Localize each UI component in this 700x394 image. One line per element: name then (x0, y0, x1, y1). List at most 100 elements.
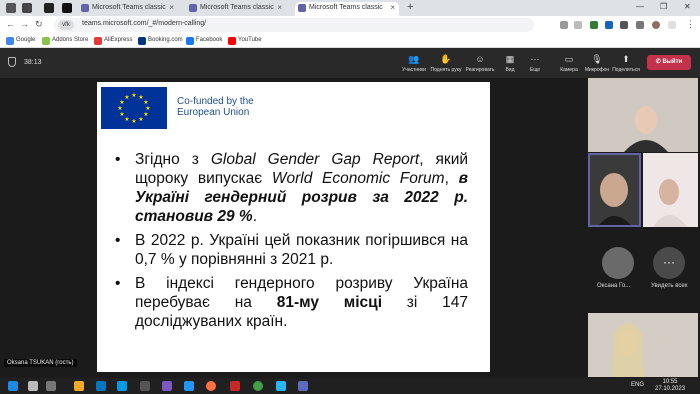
share-button[interactable]: ⬆ Поделиться (609, 54, 643, 73)
menu-kebab-icon[interactable]: ⋮ (686, 19, 695, 30)
chrome-icon[interactable] (253, 381, 263, 391)
extensions-puzzle-icon[interactable] (620, 21, 628, 29)
reload-icon[interactable]: ↻ (35, 19, 43, 30)
bookmark-google[interactable]: Google (6, 37, 35, 45)
extension-icon[interactable] (590, 21, 598, 29)
share-icon: ⬆ (622, 54, 630, 64)
pinned-tab-icon[interactable] (22, 3, 32, 13)
bookmark-youtube[interactable]: YouTube (228, 37, 262, 45)
browser-tab-active[interactable]: Microsoft Teams classic × (295, 2, 399, 16)
people-icon: 👥 (408, 54, 420, 64)
shield-icon (8, 57, 16, 67)
address-bar[interactable]: vfk teams.microsoft.com/_#/modern-callin… (54, 18, 534, 32)
share-page-icon[interactable] (560, 21, 568, 29)
bullet-text-run: 81-му місці (276, 294, 383, 311)
edge-icon[interactable] (96, 381, 106, 391)
more-button[interactable]: ··· Еще (518, 54, 552, 73)
raise-hand-button[interactable]: ✋ Поднять руку (429, 54, 463, 73)
close-tab-icon[interactable]: × (390, 2, 395, 14)
bullet-text-run: В 2022 р. Україні цей показник погіршивс… (135, 232, 468, 268)
slide-bullet: Згідно з Global Gender Gap Report, який … (111, 150, 468, 226)
telegram-icon[interactable] (276, 381, 286, 391)
meeting-toolbar: 38:13 👥 Участники ✋ Поднять руку ☺ Реагиров… (0, 48, 700, 78)
participant-video-tile[interactable] (588, 78, 698, 152)
pdf-icon[interactable] (230, 381, 240, 391)
participant-video-tile-active[interactable] (588, 153, 641, 227)
close-tab-icon[interactable]: × (169, 2, 174, 14)
forward-icon[interactable]: → (20, 19, 29, 29)
svg-text:★: ★ (143, 111, 148, 118)
sidebar-icon[interactable] (636, 21, 644, 29)
react-button[interactable]: ☺ Реагировать (463, 54, 497, 73)
browser-toolbar: ← → ↻ vfk teams.microsoft.com/_#/modern-… (0, 16, 700, 34)
aliexpress-icon (94, 37, 102, 45)
pinned-tab-icon[interactable] (62, 3, 72, 13)
bookmark-addons[interactable]: Addons Store (42, 37, 88, 45)
addons-icon (42, 37, 50, 45)
pinned-tab-icon[interactable] (44, 3, 54, 13)
svg-text:★: ★ (117, 105, 122, 112)
bookmark-aliexpress[interactable]: AliExpress (94, 37, 132, 45)
teams-icon[interactable] (298, 381, 308, 391)
participant-video (590, 155, 639, 225)
participant-avatar[interactable] (602, 247, 634, 279)
browser-tab[interactable]: Microsoft Teams classic × (186, 2, 286, 16)
participants-button[interactable]: 👥 Участники (397, 54, 431, 73)
file-explorer-icon[interactable] (74, 381, 84, 391)
teams-icon (81, 4, 89, 12)
svg-text:★: ★ (124, 94, 129, 101)
back-icon[interactable]: ← (6, 19, 15, 29)
svg-text:★: ★ (119, 111, 124, 118)
my-name-label: Oksana TSUKAN (гость) (4, 359, 77, 367)
bookmark-facebook[interactable]: Facebook (186, 37, 222, 45)
maximize-icon[interactable]: ❐ (660, 2, 667, 11)
language-indicator[interactable]: ENG (631, 382, 644, 388)
participant-name: Оксана Го... (597, 283, 631, 289)
svg-text:★: ★ (124, 116, 129, 123)
bullet-text-run: World Economic Forum (271, 170, 445, 187)
extension-icon[interactable] (605, 21, 613, 29)
close-tab-icon[interactable]: × (277, 2, 282, 14)
start-icon[interactable] (8, 381, 18, 391)
svg-text:★: ★ (138, 116, 143, 123)
bookmark-booking[interactable]: Booking.com (138, 37, 183, 45)
google-icon (6, 37, 14, 45)
more-icon: ··· (530, 54, 540, 64)
facebook-icon (186, 37, 194, 45)
svg-text:★: ★ (131, 118, 136, 125)
participant-video (588, 313, 698, 377)
viber-icon[interactable] (162, 381, 172, 391)
svg-text:★: ★ (131, 92, 136, 99)
browser-tab[interactable]: Microsoft Teams classic × (78, 2, 178, 16)
eu-flag-logo: ★ ★ ★ ★ ★ ★ ★ ★ ★ ★ ★ ★ (101, 87, 167, 129)
profile-badge[interactable]: vfk (58, 20, 74, 30)
shared-slide: ★ ★ ★ ★ ★ ★ ★ ★ ★ ★ ★ ★ Co-funded by the… (97, 82, 490, 372)
bullet-text-run: . (252, 208, 257, 225)
app-icon[interactable] (140, 381, 150, 391)
bookmarks-menu-icon[interactable] (668, 21, 676, 29)
bookmarks-bar: Google Addons Store AliExpress Booking.c… (0, 34, 700, 48)
bullet-text-run: Global Gender Gap Report (210, 151, 420, 168)
tab-search-icon[interactable] (6, 3, 16, 13)
app-icon[interactable] (184, 381, 194, 391)
cofunded-text: Co-funded by the European Union (177, 96, 254, 118)
minimize-icon[interactable]: — (636, 2, 644, 11)
store-icon[interactable] (117, 381, 127, 391)
profile-avatar-icon[interactable] (652, 21, 660, 29)
close-window-icon[interactable]: ✕ (684, 2, 691, 11)
leave-button[interactable]: ✆ Выйти (647, 55, 691, 70)
new-tab-icon[interactable]: + (407, 1, 413, 13)
teams-icon (298, 4, 306, 12)
slide-bullet-list: Згідно з Global Gender Gap Report, який … (111, 150, 468, 336)
search-icon[interactable] (28, 381, 38, 391)
windows-taskbar: ENG 10:55 27.10.2023 (0, 378, 700, 394)
participant-video-tile[interactable] (643, 153, 698, 227)
bookmark-star-icon[interactable] (574, 21, 582, 29)
see-all-icon[interactable]: ··· (653, 247, 685, 279)
url-text[interactable]: teams.microsoft.com/_#/modern-calling/ (82, 20, 206, 27)
task-view-icon[interactable] (46, 381, 56, 391)
participant-video-tile[interactable] (588, 313, 698, 377)
firefox-icon[interactable] (206, 381, 216, 391)
system-clock[interactable]: 10:55 27.10.2023 (655, 379, 685, 393)
see-all-label[interactable]: Увидеть всех (651, 283, 688, 289)
